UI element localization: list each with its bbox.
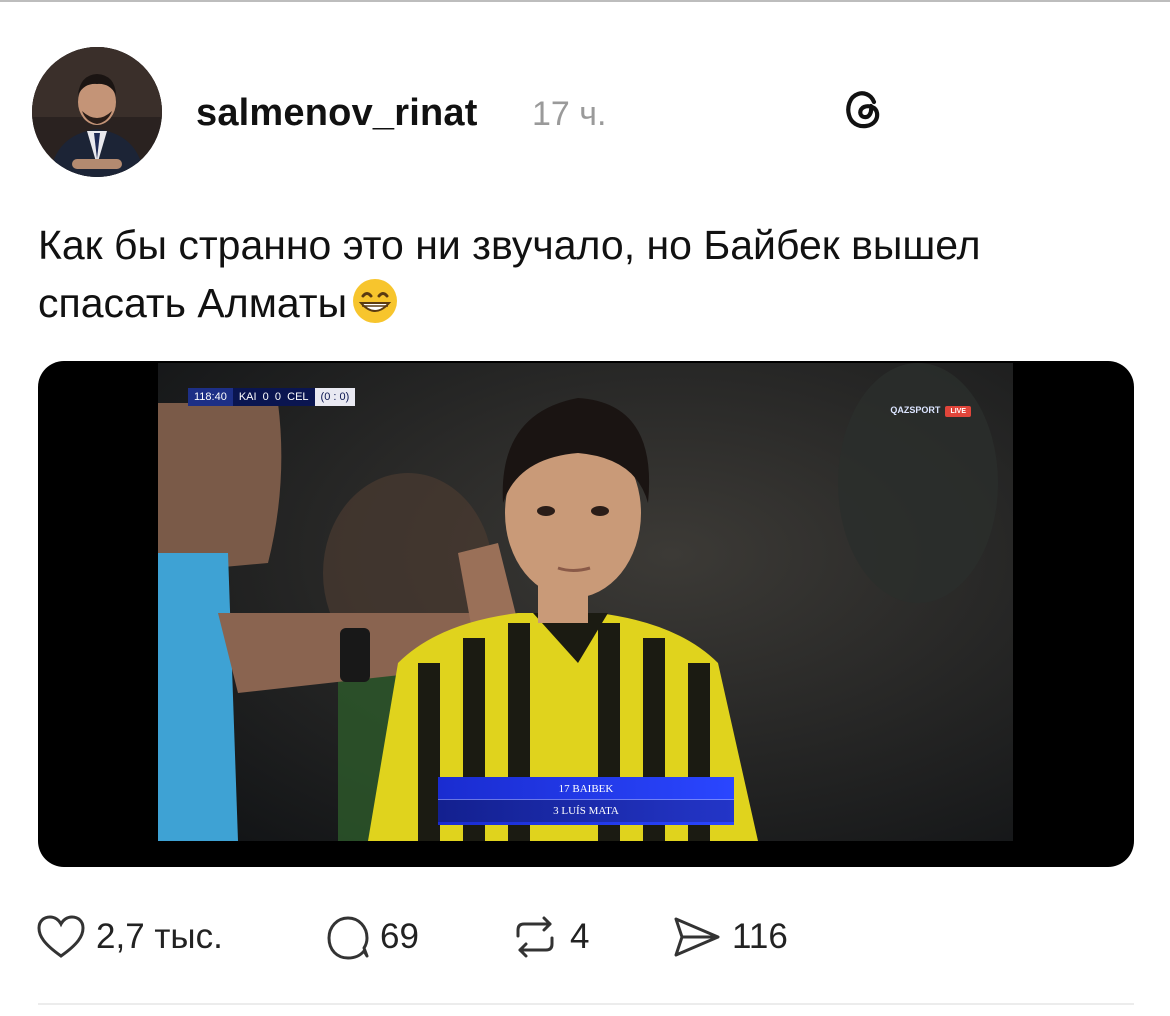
avatar-photo <box>32 47 162 177</box>
scoreboard: 118:40 KAI 0 0 CEL (0 : 0) <box>188 388 356 406</box>
share-button[interactable]: 116 <box>672 912 788 962</box>
match-video-frame <box>158 363 1013 841</box>
aggregate-score: (0 : 0) <box>314 388 356 406</box>
share-count: 116 <box>732 917 788 956</box>
match-clock: 118:40 <box>188 388 233 406</box>
send-icon <box>674 917 720 957</box>
substitution-out: 3 LUÍS MATA <box>438 800 734 822</box>
substitution-banner: 17 BAIBEK 3 LUÍS MATA <box>438 777 734 825</box>
reply-count: 69 <box>380 917 419 956</box>
reply-button[interactable]: 69 <box>326 912 419 962</box>
like-count: 2,7 тыс. <box>96 917 223 956</box>
heart-icon <box>37 915 85 958</box>
post-text: Как бы странно это ни звучало, но Байбек… <box>38 222 981 326</box>
threads-logo-icon[interactable] <box>838 84 888 134</box>
repost-icon <box>516 916 554 958</box>
post-timestamp: 17 ч. <box>532 95 607 133</box>
repost-button[interactable]: 4 <box>510 912 589 962</box>
live-badge: LIVE <box>945 406 971 417</box>
match-score: KAI 0 0 CEL <box>232 388 315 406</box>
broadcaster-logo: QAZSPORT LIVE <box>890 405 971 417</box>
like-button[interactable]: 2,7 тыс. <box>36 912 223 962</box>
avatar[interactable] <box>32 47 162 177</box>
post-body: Как бы странно это ни звучало, но Байбек… <box>38 216 1138 332</box>
repost-count: 4 <box>570 917 590 956</box>
top-divider <box>0 0 1170 2</box>
post-actions: 2,7 тыс. 69 4 116 <box>36 912 1136 962</box>
broadcaster-name: QAZSPORT <box>890 405 941 415</box>
video-media[interactable]: 118:40 KAI 0 0 CEL (0 : 0) QAZSPORT LIVE … <box>38 361 1134 867</box>
grinning-face-emoji-icon <box>353 279 398 323</box>
post-divider <box>38 1003 1134 1005</box>
comment-bubble-icon <box>327 916 369 960</box>
post-username[interactable]: salmenov_rinat <box>196 92 478 135</box>
substitution-in: 17 BAIBEK <box>438 777 734 800</box>
